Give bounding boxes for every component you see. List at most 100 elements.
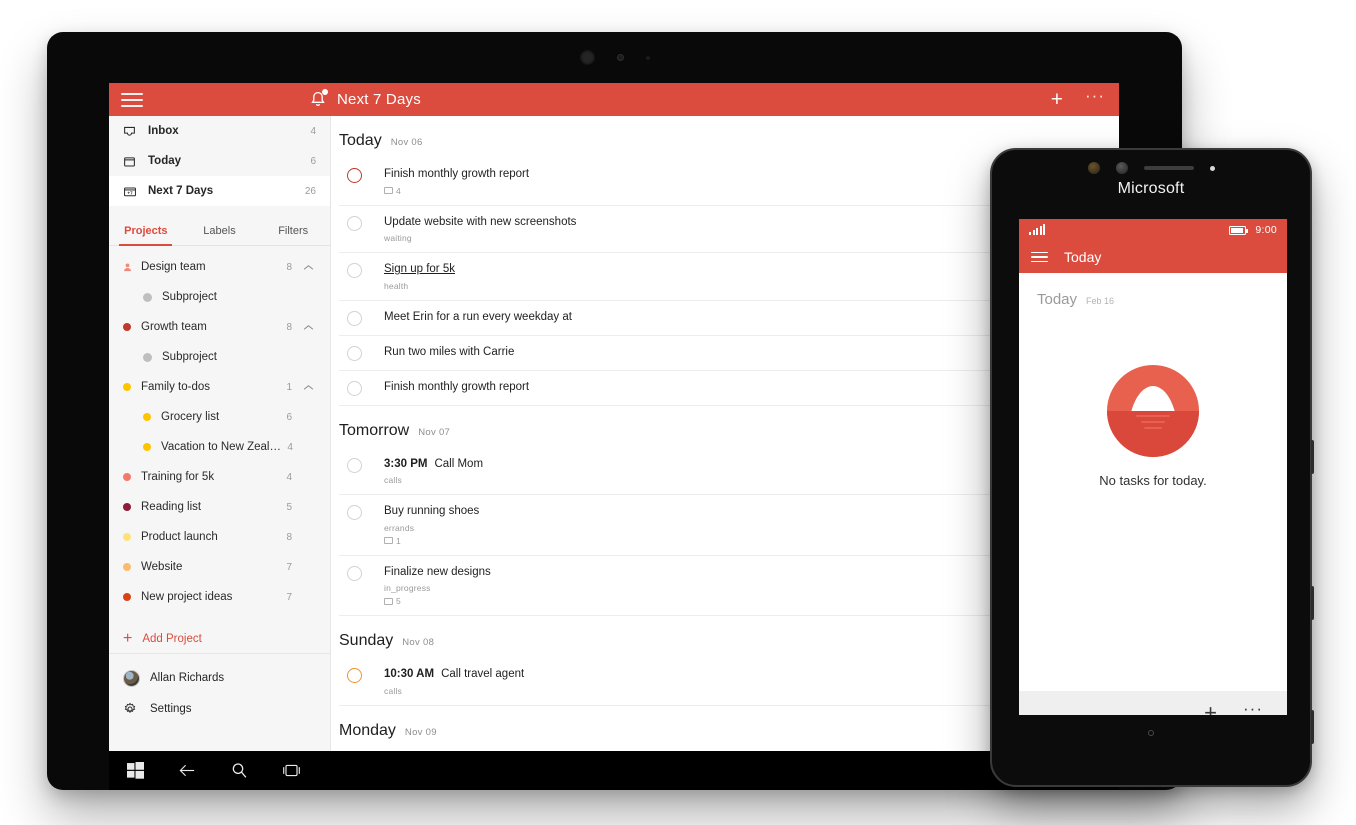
chevron-up-icon[interactable] <box>300 264 316 271</box>
windows-taskbar <box>109 751 1119 790</box>
phone-screen: 9:00 Today Today Feb 16 No tasks for tod… <box>1019 219 1287 715</box>
iris-scanner-icon <box>1087 162 1100 174</box>
task-checkbox[interactable] <box>347 380 362 396</box>
user-account-row[interactable]: Allan Richards <box>109 662 330 694</box>
sidebar-item-settings[interactable]: Settings <box>109 694 330 724</box>
sun-water-shape <box>1107 411 1199 457</box>
tab-labels[interactable]: Labels <box>183 217 257 245</box>
task-checkbox[interactable] <box>347 565 362 581</box>
bell-notification-icon[interactable] <box>309 89 328 109</box>
day-date: Nov 08 <box>402 637 435 649</box>
dot-icon <box>123 503 131 511</box>
dot-icon <box>143 352 152 362</box>
project-name: Growth team <box>141 321 207 333</box>
project-item[interactable]: Website 7 <box>109 552 330 582</box>
tab-projects[interactable]: Projects <box>109 217 183 246</box>
sunrise-icon <box>1107 365 1199 457</box>
task-checkbox[interactable] <box>347 215 362 231</box>
more-options-button[interactable]: ··· <box>1085 87 1105 104</box>
gear-icon <box>123 702 140 716</box>
project-count: 8 <box>286 321 292 333</box>
project-count: 8 <box>286 261 292 273</box>
inbox-icon <box>123 125 143 138</box>
comment-icon <box>384 597 393 605</box>
project-name: Grocery list <box>161 411 220 423</box>
hamburger-icon[interactable] <box>1031 251 1048 263</box>
sidebar-item-inbox[interactable]: Inbox 4 <box>109 116 330 146</box>
light-sensor-icon <box>616 54 624 61</box>
dot-icon <box>143 413 151 421</box>
next7-icon: +7 <box>123 185 143 198</box>
project-item[interactable]: Grocery list 6 <box>109 402 330 432</box>
chevron-up-icon[interactable] <box>300 324 316 331</box>
phone-side-button-lower[interactable] <box>1311 710 1314 744</box>
add-project-button[interactable]: + Add Project <box>109 624 330 654</box>
sun-reflection-line <box>1141 421 1165 423</box>
project-name: Design team <box>141 261 206 273</box>
day-name: Monday <box>339 721 396 739</box>
earpiece-speaker <box>1143 166 1194 170</box>
sidebar-item-label: Inbox <box>148 125 179 137</box>
clock-label: 9:00 <box>1255 224 1277 236</box>
proximity-sensor-icon <box>645 55 650 60</box>
task-time: 10:30 AM <box>384 668 435 681</box>
task-checkbox[interactable] <box>347 345 362 361</box>
project-item[interactable]: Subproject <box>109 342 330 372</box>
sidebar-item-next-7-days[interactable]: +7 Next 7 Days 26 <box>109 176 330 206</box>
project-name: Subproject <box>162 291 217 303</box>
comment-count-label: 1 <box>396 535 401 546</box>
sidebar-item-label: Next 7 Days <box>148 185 214 197</box>
hamburger-icon[interactable] <box>121 92 143 107</box>
comment-count-label: 4 <box>396 185 401 196</box>
project-item[interactable]: Family to-dos 1 <box>109 372 330 402</box>
task-checkbox[interactable] <box>347 457 362 473</box>
project-item[interactable]: Vacation to New Zealand 4 <box>109 432 330 462</box>
person-shared-icon <box>123 263 131 272</box>
today-icon <box>123 155 143 168</box>
task-checkbox[interactable] <box>347 263 362 279</box>
project-count: 6 <box>286 411 292 423</box>
project-count: 7 <box>286 591 292 603</box>
task-view-icon[interactable] <box>265 763 317 778</box>
page-title: Next 7 Days <box>337 91 421 108</box>
phone-side-button-mid[interactable] <box>1311 586 1314 620</box>
screenshot-stage: Next 7 Days + ··· Inbox 4 Today 6 +7 Nex… <box>0 0 1356 825</box>
phone-side-button-upper[interactable] <box>1311 440 1314 474</box>
add-project-label: Add Project <box>142 632 202 645</box>
project-count: 4 <box>286 471 292 483</box>
tab-filters[interactable]: Filters <box>256 217 330 245</box>
app-body: Inbox 4 Today 6 +7 Next 7 Days 26 Projec… <box>109 116 1119 751</box>
phone-app-bar: Today <box>1019 241 1287 273</box>
project-item[interactable]: Product launch 8 <box>109 522 330 552</box>
back-arrow-icon[interactable] <box>161 762 213 779</box>
project-item[interactable]: Design team 8 <box>109 252 330 282</box>
task-checkbox[interactable] <box>347 505 362 521</box>
windows-start-icon[interactable] <box>109 762 161 779</box>
task-checkbox[interactable] <box>347 310 362 326</box>
sidebar-tabs: Projects Labels Filters <box>109 217 330 246</box>
dot-icon <box>143 292 152 302</box>
proximity-sensor-icon <box>1209 165 1215 171</box>
phone-sensor-row <box>992 162 1310 174</box>
sidebar-item-today[interactable]: Today 6 <box>109 146 330 176</box>
settings-label: Settings <box>150 703 192 715</box>
phone-device: Microsoft 9:00 Today Today Feb 16 No tas… <box>990 148 1314 787</box>
project-item[interactable]: Reading list 5 <box>109 492 330 522</box>
project-item[interactable]: Growth team 8 <box>109 312 330 342</box>
search-icon[interactable] <box>213 762 265 779</box>
project-item[interactable]: New project ideas 7 <box>109 582 330 612</box>
dot-icon <box>123 473 131 481</box>
add-task-button[interactable]: + <box>1204 702 1217 716</box>
task-checkbox[interactable] <box>347 668 362 684</box>
comment-icon <box>384 187 393 195</box>
add-task-button[interactable]: + <box>1051 89 1063 110</box>
project-item[interactable]: Subproject <box>109 282 330 312</box>
more-options-button[interactable]: ··· <box>1243 700 1263 716</box>
task-checkbox[interactable] <box>347 168 362 183</box>
project-name: Reading list <box>141 501 202 513</box>
phone-day-header: Today Feb 16 <box>1019 273 1287 308</box>
project-item[interactable]: Training for 5k 4 <box>109 462 330 492</box>
comment-count-label: 5 <box>396 596 401 607</box>
chevron-up-icon[interactable] <box>300 384 316 391</box>
sidebar-item-count: 26 <box>304 185 316 197</box>
